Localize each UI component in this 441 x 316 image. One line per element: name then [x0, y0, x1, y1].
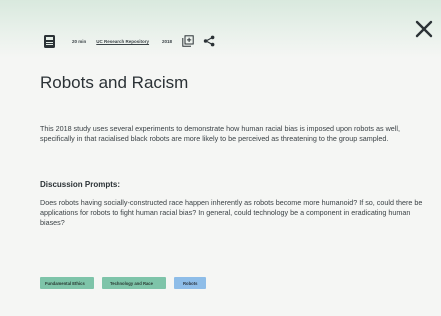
discussion-prompts-heading: Discussion Prompts: [40, 180, 121, 189]
year-label: 2018 [162, 38, 173, 44]
source-link[interactable]: UC Research Repository [96, 39, 149, 44]
add-to-collection-icon[interactable] [182, 35, 194, 47]
page-title: Robots and Racism [40, 73, 189, 92]
header-band [0, 0, 441, 58]
discussion-prompts-text: Does robots having socially-constructed … [40, 198, 423, 227]
tag-technology-and-race[interactable]: Technology and Race [102, 277, 166, 289]
close-icon[interactable] [415, 20, 433, 38]
resource-description: This 2018 study uses several experiments… [40, 124, 400, 143]
resource-detail-modal: 20 min UC Research Repository 2018 Robot… [0, 0, 441, 316]
tag-fundamental-ethics[interactable]: Fundamental Ethics [40, 277, 94, 289]
tag-list: Fundamental Ethics Technology and Race R… [40, 277, 206, 289]
document-icon [44, 34, 55, 48]
share-icon[interactable] [203, 35, 215, 47]
tag-robots[interactable]: Robots [174, 277, 206, 289]
resource-meta-row: 20 min UC Research Repository 2018 [44, 33, 215, 49]
duration-label: 20 min [72, 38, 87, 44]
